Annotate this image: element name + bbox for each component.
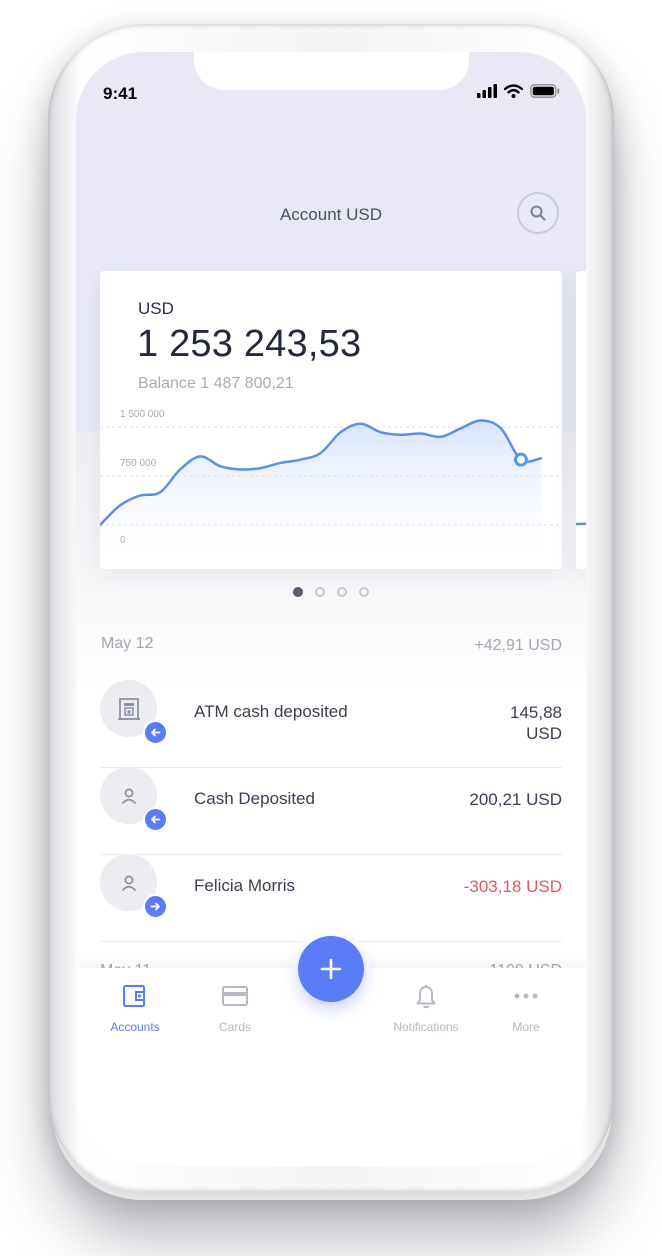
device-notch [194,52,469,90]
next-card-chart [576,522,586,526]
page-title: Account USD [279,205,383,224]
account-card[interactable]: USD 1 253 243,53 Balance 1 487 800,21 1 … [100,271,562,569]
incoming-badge [143,720,168,745]
transaction-amount: -303,18 USD [463,877,562,896]
atm-icon [117,697,140,720]
transaction-group-date: May 12 [101,635,154,652]
card-icon [222,986,248,1006]
pager-dot[interactable] [337,587,347,597]
battery-icon [530,84,560,98]
pager-dot[interactable] [293,587,303,597]
search-icon [530,205,546,221]
chart-tick-label: 750 000 [120,458,157,469]
transaction-title: Cash Deposited [194,789,315,808]
pager-dot[interactable] [359,587,369,597]
card-balance: Balance 1 487 800,21 [138,375,294,392]
tab-label: More [512,1020,540,1034]
transaction-title: ATM cash deposited [194,702,348,721]
incoming-badge [143,807,168,832]
wallet-icon [123,985,145,1007]
person-icon [121,788,136,804]
status-time: 9:41 [103,84,138,103]
chart-tick-label: 1 500 000 [120,409,165,420]
tab-label: Notifications [393,1020,459,1034]
chart-current-point[interactable] [513,452,528,467]
transaction-row[interactable]: Cash Deposited 200,21 USD [100,767,562,855]
person-icon [121,875,136,891]
transaction-amount: 145,88 USD [510,703,562,743]
arrow-left-icon [151,728,161,737]
card-currency: USD [138,299,174,318]
arrow-right-icon [150,902,160,911]
arrow-left-icon [151,815,161,824]
plus-icon [320,958,342,980]
signal-icon [477,84,497,98]
search-button[interactable] [517,192,559,234]
add-button[interactable] [298,936,364,1002]
card-pager [293,587,369,597]
more-icon [514,993,538,999]
transaction-title: Felicia Morris [194,876,296,895]
outgoing-badge [143,894,168,919]
transaction-row[interactable]: Felicia Morris -303,18 USD [100,854,562,942]
tab-label: Accounts [110,1020,160,1034]
balance-chart: 1 500 000750 0000 [100,409,562,569]
bell-icon [416,985,436,1009]
transaction-row[interactable]: ATM cash deposited 145,88 USD [100,680,562,768]
next-account-card[interactable] [576,271,586,569]
status-icons [477,84,560,98]
chart-area [100,420,541,569]
app-screen: 9:41 Account USD USD 1 253 243,53 Balanc… [76,52,586,1166]
transaction-amount: 200,21 USD [469,790,562,809]
wifi-icon [504,84,523,98]
transaction-group-total: +42,91 USD [474,637,562,654]
tab-label: Cards [218,1020,251,1034]
pager-dot[interactable] [315,587,325,597]
card-amount: 1 253 243,53 [137,323,362,365]
